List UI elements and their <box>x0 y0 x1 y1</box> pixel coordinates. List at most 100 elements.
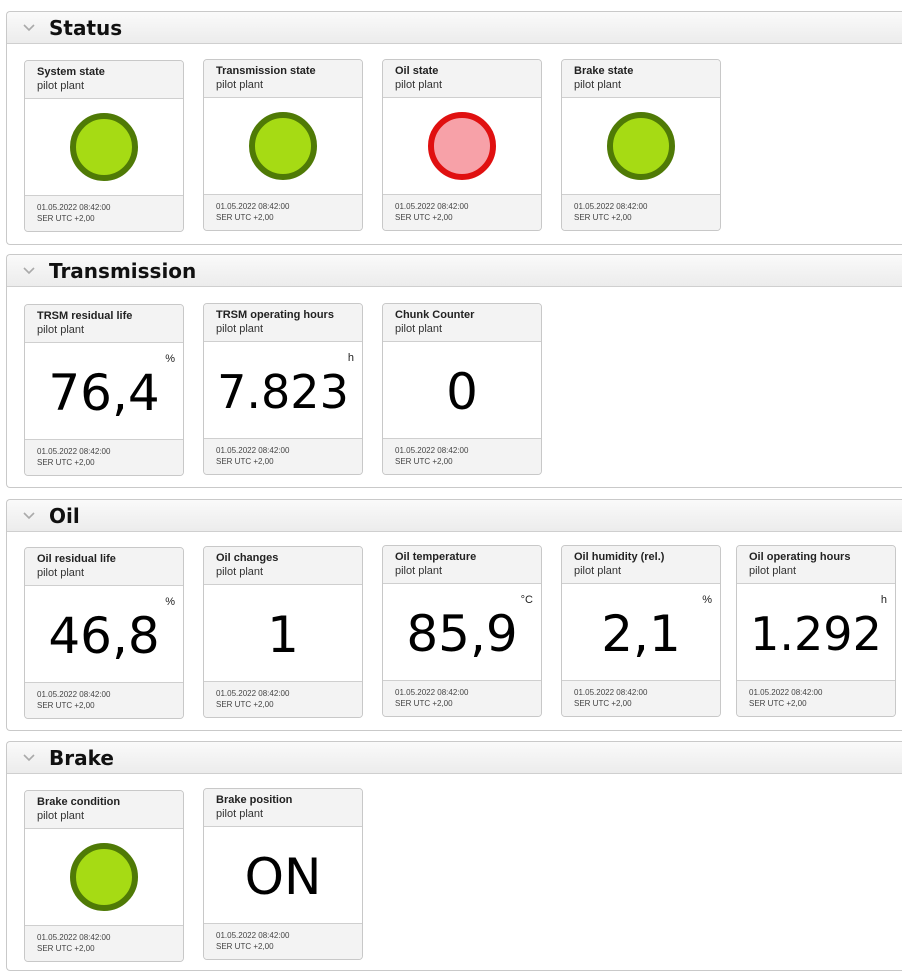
tile-timestamp: 01.05.2022 08:42:00 <box>395 202 469 211</box>
tile-footer: 01.05.2022 08:42:00 SER UTC +2,00 <box>383 194 541 230</box>
value-unit: h <box>347 352 354 364</box>
tile-footer: 01.05.2022 08:42:00 SER UTC +2,00 <box>25 195 183 231</box>
tile-timestamp: 01.05.2022 08:42:00 <box>395 446 469 455</box>
tile-title: Brake position <box>216 794 293 806</box>
tile-subtitle: pilot plant <box>37 80 85 92</box>
kpi-value: 0 <box>446 363 478 421</box>
tile-timezone: SER UTC +2,00 <box>37 701 95 710</box>
tile-timezone: SER UTC +2,00 <box>574 213 632 222</box>
section-title: Transmission <box>49 258 197 283</box>
tile-timezone: SER UTC +2,00 <box>216 700 274 709</box>
tile-brake-position[interactable]: Brake position pilot plant ON 01.05.2022… <box>203 788 363 960</box>
tile-subtitle: pilot plant <box>574 565 622 577</box>
tile-timestamp: 01.05.2022 08:42:00 <box>37 203 111 212</box>
tile-header: Brake condition pilot plant <box>25 791 183 829</box>
section-title: Oil <box>49 503 80 528</box>
tile-title: Brake state <box>574 65 634 77</box>
tile-timezone: SER UTC +2,00 <box>37 458 95 467</box>
tile-footer: 01.05.2022 08:42:00 SER UTC +2,00 <box>562 194 720 230</box>
section-title: Status <box>49 15 123 40</box>
tile-timestamp: 01.05.2022 08:42:00 <box>574 202 648 211</box>
tile-subtitle: pilot plant <box>37 567 85 579</box>
chevron-down-icon[interactable] <box>23 752 35 764</box>
tile-oil-humidity[interactable]: Oil humidity (rel.) pilot plant % 2,1 01… <box>561 545 721 717</box>
tile-oil-temperature[interactable]: Oil temperature pilot plant °C 85,9 01.0… <box>382 545 542 717</box>
tile-timestamp: 01.05.2022 08:42:00 <box>37 690 111 699</box>
chevron-down-icon[interactable] <box>23 510 35 522</box>
tile-header: TRSM residual life pilot plant <box>25 305 183 343</box>
tile-title: Oil humidity (rel.) <box>574 551 665 563</box>
tile-title: Oil state <box>395 65 439 77</box>
status-indicator-green <box>70 843 138 911</box>
status-indicator-green <box>607 112 675 180</box>
tile-title: Brake condition <box>37 796 121 808</box>
tile-timezone: SER UTC +2,00 <box>395 213 453 222</box>
tile-footer: 01.05.2022 08:42:00 SER UTC +2,00 <box>204 923 362 959</box>
kpi-value: 1 <box>267 606 299 664</box>
tile-subtitle: pilot plant <box>37 324 85 336</box>
tile-timezone: SER UTC +2,00 <box>37 214 95 223</box>
tile-oil-state[interactable]: Oil state pilot plant 01.05.2022 08:42:0… <box>382 59 542 231</box>
tile-subtitle: pilot plant <box>37 810 85 822</box>
section-title: Brake <box>49 745 114 770</box>
tile-timestamp: 01.05.2022 08:42:00 <box>574 688 648 697</box>
tile-subtitle: pilot plant <box>395 565 443 577</box>
tile-timestamp: 01.05.2022 08:42:00 <box>37 447 111 456</box>
tile-trsm-residual-life[interactable]: TRSM residual life pilot plant % 76,4 01… <box>24 304 184 476</box>
tile-header: Oil state pilot plant <box>383 60 541 98</box>
tile-title: TRSM operating hours <box>216 309 334 321</box>
tile-timestamp: 01.05.2022 08:42:00 <box>749 688 823 697</box>
status-indicator-green <box>70 113 138 181</box>
tile-footer: 01.05.2022 08:42:00 SER UTC +2,00 <box>25 439 183 475</box>
status-indicator-green <box>249 112 317 180</box>
tile-title: Transmission state <box>216 65 316 77</box>
tile-header: Oil temperature pilot plant <box>383 546 541 584</box>
tile-title: Chunk Counter <box>395 309 475 321</box>
tile-timestamp: 01.05.2022 08:42:00 <box>216 931 290 940</box>
tile-transmission-state[interactable]: Transmission state pilot plant 01.05.202… <box>203 59 363 231</box>
tile-trsm-operating-hours[interactable]: TRSM operating hours pilot plant h 7.823… <box>203 303 363 475</box>
tile-brake-condition[interactable]: Brake condition pilot plant 01.05.2022 0… <box>24 790 184 962</box>
section-header-oil[interactable]: Oil <box>7 500 902 532</box>
tile-timestamp: 01.05.2022 08:42:00 <box>216 689 290 698</box>
tile-footer: 01.05.2022 08:42:00 SER UTC +2,00 <box>25 682 183 718</box>
kpi-value: 7.823 <box>217 365 349 419</box>
tile-footer: 01.05.2022 08:42:00 SER UTC +2,00 <box>737 680 895 716</box>
tile-title: TRSM residual life <box>37 310 133 322</box>
tile-header: TRSM operating hours pilot plant <box>204 304 362 342</box>
tile-subtitle: pilot plant <box>216 79 264 91</box>
tile-header: System state pilot plant <box>25 61 183 99</box>
value-unit: % <box>165 353 175 365</box>
tile-title: Oil changes <box>216 552 279 564</box>
tile-system-state[interactable]: System state pilot plant 01.05.2022 08:4… <box>24 60 184 232</box>
value-unit: °C <box>520 594 533 606</box>
tile-footer: 01.05.2022 08:42:00 SER UTC +2,00 <box>204 194 362 230</box>
tile-timezone: SER UTC +2,00 <box>395 699 453 708</box>
tile-timezone: SER UTC +2,00 <box>216 942 274 951</box>
section-header-transmission[interactable]: Transmission <box>7 255 902 287</box>
tile-oil-residual-life[interactable]: Oil residual life pilot plant % 46,8 01.… <box>24 547 184 719</box>
tile-header: Oil operating hours pilot plant <box>737 546 895 584</box>
tile-chunk-counter[interactable]: Chunk Counter pilot plant 0 01.05.2022 0… <box>382 303 542 475</box>
tile-footer: 01.05.2022 08:42:00 SER UTC +2,00 <box>383 438 541 474</box>
tile-timezone: SER UTC +2,00 <box>749 699 807 708</box>
tile-timezone: SER UTC +2,00 <box>37 944 95 953</box>
tile-brake-state[interactable]: Brake state pilot plant 01.05.2022 08:42… <box>561 59 721 231</box>
chevron-down-icon[interactable] <box>23 265 35 277</box>
tile-subtitle: pilot plant <box>574 79 622 91</box>
tile-oil-operating-hours[interactable]: Oil operating hours pilot plant h 1.292 … <box>736 545 896 717</box>
chevron-down-icon[interactable] <box>23 22 35 34</box>
section-header-status[interactable]: Status <box>7 12 902 44</box>
tile-title: Oil temperature <box>395 551 477 563</box>
tile-oil-changes[interactable]: Oil changes pilot plant 1 01.05.2022 08:… <box>203 546 363 718</box>
tile-subtitle: pilot plant <box>216 566 264 578</box>
tile-footer: 01.05.2022 08:42:00 SER UTC +2,00 <box>562 680 720 716</box>
tile-header: Oil changes pilot plant <box>204 547 362 585</box>
tile-footer: 01.05.2022 08:42:00 SER UTC +2,00 <box>383 680 541 716</box>
kpi-value: 85,9 <box>406 605 518 663</box>
section-header-brake[interactable]: Brake <box>7 742 902 774</box>
tile-subtitle: pilot plant <box>749 565 797 577</box>
tile-subtitle: pilot plant <box>216 808 264 820</box>
tile-title: System state <box>37 66 105 78</box>
tile-timezone: SER UTC +2,00 <box>216 213 274 222</box>
